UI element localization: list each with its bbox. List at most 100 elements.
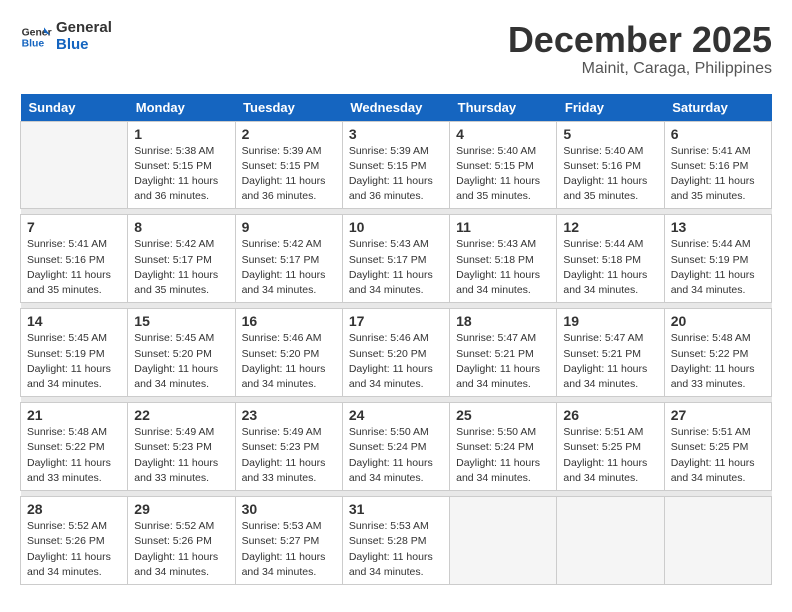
day-cell: 27Sunrise: 5:51 AM Sunset: 5:25 PM Dayli…: [664, 403, 771, 491]
day-info: Sunrise: 5:42 AM Sunset: 5:17 PM Dayligh…: [242, 237, 336, 298]
day-info: Sunrise: 5:43 AM Sunset: 5:18 PM Dayligh…: [456, 237, 550, 298]
day-info: Sunrise: 5:46 AM Sunset: 5:20 PM Dayligh…: [349, 331, 443, 392]
day-cell: 15Sunrise: 5:45 AM Sunset: 5:20 PM Dayli…: [128, 309, 235, 397]
week-row-5: 28 Sunrise: 5:52 AM Sunset: 5:26 PM Dayli…: [21, 497, 772, 585]
day-info: Sunrise: 5:38 AM Sunset: 5:15 PM Dayligh…: [134, 144, 228, 205]
day-cell: 1 Sunrise: 5:38 AM Sunset: 5:15 PM Daylig…: [128, 121, 235, 209]
day-info: Sunrise: 5:47 AM Sunset: 5:21 PM Dayligh…: [456, 331, 550, 392]
day-info: Sunrise: 5:48 AM Sunset: 5:22 PM Dayligh…: [27, 425, 121, 486]
day-info: Sunrise: 5:39 AM Sunset: 5:15 PM Dayligh…: [242, 144, 336, 205]
day-number: 15: [134, 313, 228, 329]
day-info: Sunrise: 5:41 AM Sunset: 5:16 PM Dayligh…: [27, 237, 121, 298]
day-cell: 20Sunrise: 5:48 AM Sunset: 5:22 PM Dayli…: [664, 309, 771, 397]
day-cell: 9Sunrise: 5:42 AM Sunset: 5:17 PM Daylig…: [235, 215, 342, 303]
day-info: Sunrise: 5:41 AM Sunset: 5:16 PM Dayligh…: [671, 144, 765, 205]
day-cell: 19Sunrise: 5:47 AM Sunset: 5:21 PM Dayli…: [557, 309, 664, 397]
calendar-table: SundayMondayTuesdayWednesdayThursdayFrid…: [20, 94, 772, 585]
day-info: Sunrise: 5:50 AM Sunset: 5:24 PM Dayligh…: [349, 425, 443, 486]
day-info: Sunrise: 5:53 AM Sunset: 5:27 PM Dayligh…: [242, 519, 336, 580]
logo-text-blue: Blue: [56, 37, 112, 54]
day-number: 31: [349, 501, 443, 517]
day-number: 30: [242, 501, 336, 517]
day-number: 17: [349, 313, 443, 329]
week-row-3: 14 Sunrise: 5:45 AM Sunset: 5:19 PM Dayli…: [21, 309, 772, 397]
day-info: Sunrise: 5:44 AM Sunset: 5:19 PM Dayligh…: [671, 237, 765, 298]
day-number: 23: [242, 407, 336, 423]
logo-text-general: General: [56, 20, 112, 37]
day-cell: 24 Sunrise: 5:50 AM Sunset: 5:24 PM Dayli…: [342, 403, 449, 491]
week-row-1: 1 Sunrise: 5:38 AM Sunset: 5:15 PM Daylig…: [21, 121, 772, 209]
day-number: 3: [349, 126, 443, 142]
day-cell: 8 Sunrise: 5:42 AM Sunset: 5:17 PM Daylig…: [128, 215, 235, 303]
day-info: Sunrise: 5:39 AM Sunset: 5:15 PM Dayligh…: [349, 144, 443, 205]
title-area: December 2025 Mainit, Caraga, Philippine…: [508, 20, 772, 78]
day-number: 18: [456, 313, 550, 329]
day-cell: [664, 497, 771, 585]
day-cell: [450, 497, 557, 585]
page-subtitle: Mainit, Caraga, Philippines: [508, 60, 772, 78]
day-cell: 12Sunrise: 5:44 AM Sunset: 5:18 PM Dayli…: [557, 215, 664, 303]
col-header-thursday: Thursday: [450, 94, 557, 122]
day-number: 28: [27, 501, 121, 517]
day-cell: 13Sunrise: 5:44 AM Sunset: 5:19 PM Dayli…: [664, 215, 771, 303]
day-number: 1: [134, 126, 228, 142]
day-cell: [557, 497, 664, 585]
col-header-saturday: Saturday: [664, 94, 771, 122]
day-number: 8: [134, 219, 228, 235]
week-row-2: 7 Sunrise: 5:41 AM Sunset: 5:16 PM Daylig…: [21, 215, 772, 303]
week-row-4: 21Sunrise: 5:48 AM Sunset: 5:22 PM Dayli…: [21, 403, 772, 491]
day-number: 12: [563, 219, 657, 235]
day-cell: 28 Sunrise: 5:52 AM Sunset: 5:26 PM Dayli…: [21, 497, 128, 585]
day-info: Sunrise: 5:50 AM Sunset: 5:24 PM Dayligh…: [456, 425, 550, 486]
day-cell: 10Sunrise: 5:43 AM Sunset: 5:17 PM Dayli…: [342, 215, 449, 303]
day-cell: 31Sunrise: 5:53 AM Sunset: 5:28 PM Dayli…: [342, 497, 449, 585]
day-number: 2: [242, 126, 336, 142]
page-title: December 2025: [508, 20, 772, 60]
day-cell: 23Sunrise: 5:49 AM Sunset: 5:23 PM Dayli…: [235, 403, 342, 491]
day-number: 10: [349, 219, 443, 235]
day-number: 5: [563, 126, 657, 142]
col-header-friday: Friday: [557, 94, 664, 122]
header-row: SundayMondayTuesdayWednesdayThursdayFrid…: [21, 94, 772, 122]
day-cell: 25 Sunrise: 5:50 AM Sunset: 5:24 PM Dayli…: [450, 403, 557, 491]
day-cell: 7 Sunrise: 5:41 AM Sunset: 5:16 PM Daylig…: [21, 215, 128, 303]
col-header-wednesday: Wednesday: [342, 94, 449, 122]
day-cell: 14 Sunrise: 5:45 AM Sunset: 5:19 PM Dayli…: [21, 309, 128, 397]
day-info: Sunrise: 5:51 AM Sunset: 5:25 PM Dayligh…: [671, 425, 765, 486]
day-number: 11: [456, 219, 550, 235]
day-cell: 2 Sunrise: 5:39 AM Sunset: 5:15 PM Daylig…: [235, 121, 342, 209]
day-info: Sunrise: 5:40 AM Sunset: 5:15 PM Dayligh…: [456, 144, 550, 205]
day-info: Sunrise: 5:40 AM Sunset: 5:16 PM Dayligh…: [563, 144, 657, 205]
day-cell: 16 Sunrise: 5:46 AM Sunset: 5:20 PM Dayli…: [235, 309, 342, 397]
day-number: 4: [456, 126, 550, 142]
day-number: 25: [456, 407, 550, 423]
svg-text:Blue: Blue: [22, 38, 45, 49]
day-cell: 11 Sunrise: 5:43 AM Sunset: 5:18 PM Dayli…: [450, 215, 557, 303]
day-info: Sunrise: 5:45 AM Sunset: 5:19 PM Dayligh…: [27, 331, 121, 392]
day-cell: 26Sunrise: 5:51 AM Sunset: 5:25 PM Dayli…: [557, 403, 664, 491]
day-number: 14: [27, 313, 121, 329]
day-cell: 4 Sunrise: 5:40 AM Sunset: 5:15 PM Daylig…: [450, 121, 557, 209]
day-number: 20: [671, 313, 765, 329]
day-info: Sunrise: 5:52 AM Sunset: 5:26 PM Dayligh…: [27, 519, 121, 580]
day-number: 24: [349, 407, 443, 423]
header: General Blue General Blue December 2025 …: [20, 20, 772, 78]
day-cell: 5 Sunrise: 5:40 AM Sunset: 5:16 PM Daylig…: [557, 121, 664, 209]
day-cell: 17 Sunrise: 5:46 AM Sunset: 5:20 PM Dayli…: [342, 309, 449, 397]
day-cell: 6Sunrise: 5:41 AM Sunset: 5:16 PM Daylig…: [664, 121, 771, 209]
day-cell: 22 Sunrise: 5:49 AM Sunset: 5:23 PM Dayli…: [128, 403, 235, 491]
col-header-sunday: Sunday: [21, 94, 128, 122]
day-number: 7: [27, 219, 121, 235]
day-cell: 21Sunrise: 5:48 AM Sunset: 5:22 PM Dayli…: [21, 403, 128, 491]
day-cell: 29Sunrise: 5:52 AM Sunset: 5:26 PM Dayli…: [128, 497, 235, 585]
day-info: Sunrise: 5:42 AM Sunset: 5:17 PM Dayligh…: [134, 237, 228, 298]
day-number: 16: [242, 313, 336, 329]
day-number: 22: [134, 407, 228, 423]
day-cell: 30 Sunrise: 5:53 AM Sunset: 5:27 PM Dayli…: [235, 497, 342, 585]
day-info: Sunrise: 5:49 AM Sunset: 5:23 PM Dayligh…: [134, 425, 228, 486]
day-info: Sunrise: 5:52 AM Sunset: 5:26 PM Dayligh…: [134, 519, 228, 580]
day-cell: [21, 121, 128, 209]
day-info: Sunrise: 5:46 AM Sunset: 5:20 PM Dayligh…: [242, 331, 336, 392]
day-number: 19: [563, 313, 657, 329]
day-info: Sunrise: 5:51 AM Sunset: 5:25 PM Dayligh…: [563, 425, 657, 486]
